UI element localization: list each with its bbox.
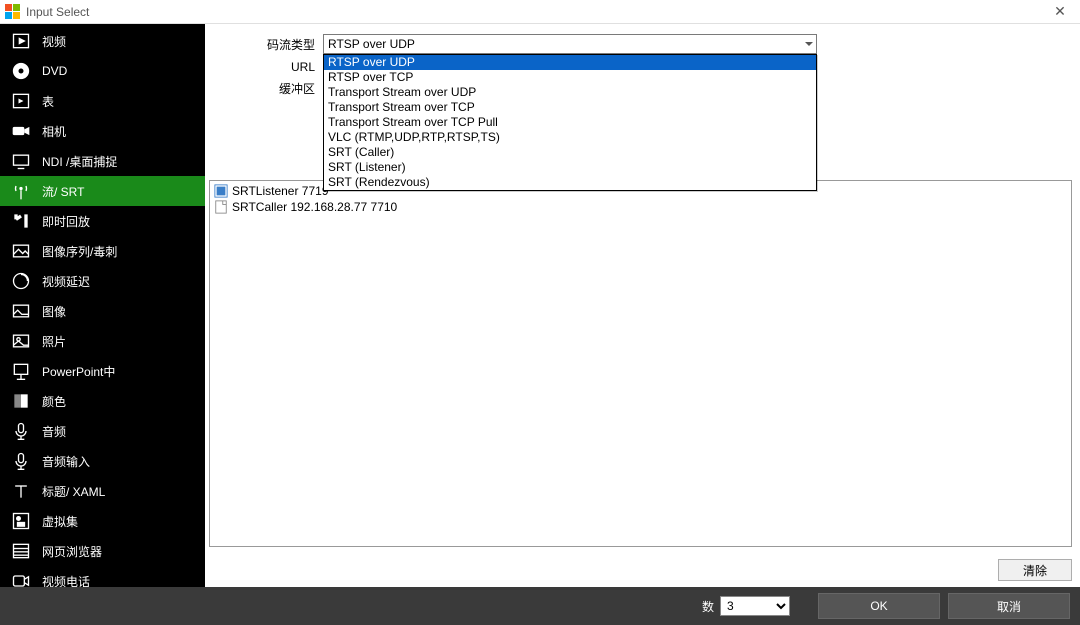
sidebar-item-micin[interactable]: 音频输入 [0, 446, 205, 476]
chevron-down-icon [805, 42, 813, 46]
sidebar-item-label: 音频 [42, 423, 66, 440]
antenna-icon [10, 180, 32, 202]
stream-type-combo[interactable]: RTSP over UDP [323, 34, 817, 54]
photo-icon [10, 330, 32, 352]
content-pane: 码流类型 RTSP over UDP RTSP over UDPRTSP ove… [205, 24, 1080, 587]
stream-type-label: 码流类型 [215, 36, 323, 53]
num-select[interactable]: 3 [720, 596, 790, 616]
list-item-label: SRTListener 7719 [232, 184, 329, 198]
sidebar-item-label: 网页浏览器 [42, 543, 102, 560]
sidebar-item-playlist[interactable]: 表 [0, 86, 205, 116]
sidebar-item-imageseq[interactable]: 图像序列/毒刺 [0, 236, 205, 266]
dropdown-option[interactable]: VLC (RTMP,UDP,RTP,RTSP,TS) [324, 130, 816, 145]
ppt-icon [10, 360, 32, 382]
title-icon [10, 480, 32, 502]
sidebar-item-virtualset[interactable]: 虚拟集 [0, 506, 205, 536]
num-label: 数 [702, 598, 714, 615]
sidebar-item-label: 即时回放 [42, 213, 90, 230]
window-title: Input Select [26, 5, 1040, 19]
sidebar-item-delay[interactable]: 视频延迟 [0, 266, 205, 296]
dropdown-option[interactable]: SRT (Caller) [324, 145, 816, 160]
sidebar: 视频 DVD 表相机 NDI /桌面捕捉流/ SRT 即时回放图像序列/毒刺视频延迟图像… [0, 24, 205, 587]
sidebar-item-antenna[interactable]: 流/ SRT [0, 176, 205, 206]
sidebar-item-disc[interactable]: DVD [0, 56, 205, 86]
image-icon [10, 300, 32, 322]
stream-icon [214, 184, 228, 198]
sidebar-item-image[interactable]: 图像 [0, 296, 205, 326]
cancel-button[interactable]: 取消 [948, 593, 1070, 619]
dropdown-option[interactable]: RTSP over TCP [324, 70, 816, 85]
delay-icon [10, 270, 32, 292]
sidebar-item-color[interactable]: 颜色 [0, 386, 205, 416]
imageseq-icon [10, 240, 32, 262]
file-icon [214, 200, 228, 214]
dropdown-option[interactable]: RTSP over UDP [324, 55, 816, 70]
ok-button[interactable]: OK [818, 593, 940, 619]
sidebar-item-label: 相机 [42, 123, 66, 140]
video-icon [10, 30, 32, 52]
sidebar-item-label: 标题/ XAML [42, 483, 105, 500]
sidebar-item-mic[interactable]: 音频 [0, 416, 205, 446]
sidebar-item-camera[interactable]: 相机 [0, 116, 205, 146]
list-item-label: SRTCaller 192.168.28.77 7710 [232, 200, 397, 214]
sidebar-item-label: PowerPoint中 [42, 363, 115, 380]
sidebar-item-label: 视频 [42, 33, 66, 50]
buffer-label: 缓冲区 [215, 80, 323, 97]
sidebar-item-monitor[interactable]: NDI /桌面捕捉 [0, 146, 205, 176]
dropdown-option[interactable]: Transport Stream over TCP Pull [324, 115, 816, 130]
micin-icon [10, 450, 32, 472]
main-area: 视频 DVD 表相机 NDI /桌面捕捉流/ SRT 即时回放图像序列/毒刺视频延迟图像… [0, 24, 1080, 587]
dropdown-option[interactable]: Transport Stream over TCP [324, 100, 816, 115]
videocall-icon [10, 570, 32, 587]
sidebar-item-label: 图像 [42, 303, 66, 320]
sidebar-item-label: 音频输入 [42, 453, 90, 470]
dropdown-option[interactable]: SRT (Rendezvous) [324, 175, 816, 190]
sidebar-item-label: NDI /桌面捕捉 [42, 153, 117, 170]
app-icon [4, 4, 20, 20]
browser-icon [10, 540, 32, 562]
camera-icon [10, 120, 32, 142]
sidebar-item-videocall[interactable]: 视频电话 [0, 566, 205, 587]
sidebar-item-label: 流/ SRT [42, 183, 84, 200]
stream-type-value: RTSP over UDP [328, 37, 415, 51]
list-area[interactable]: SRTListener 7719 SRTCaller 192.168.28.77 … [209, 180, 1072, 547]
dropdown-option[interactable]: Transport Stream over UDP [324, 85, 816, 100]
sidebar-item-label: 图像序列/毒刺 [42, 243, 117, 260]
sidebar-item-replay[interactable]: 即时回放 [0, 206, 205, 236]
sidebar-item-label: 颜色 [42, 393, 66, 410]
sidebar-item-label: 视频电话 [42, 573, 90, 588]
sidebar-item-photo[interactable]: 照片 [0, 326, 205, 356]
sidebar-item-browser[interactable]: 网页浏览器 [0, 536, 205, 566]
sidebar-item-label: 视频延迟 [42, 273, 90, 290]
close-button[interactable]: ✕ [1040, 0, 1080, 23]
sidebar-item-label: 虚拟集 [42, 513, 78, 530]
bottom-bar: 数 3 OK 取消 [0, 587, 1080, 625]
clear-button[interactable]: 清除 [998, 559, 1072, 581]
sidebar-item-title[interactable]: 标题/ XAML [0, 476, 205, 506]
stream-type-dropdown[interactable]: RTSP over UDPRTSP over TCPTransport Stre… [323, 54, 817, 191]
url-label: URL [215, 60, 323, 74]
dropdown-option[interactable]: SRT (Listener) [324, 160, 816, 175]
list-item[interactable]: SRTCaller 192.168.28.77 7710 [214, 199, 1067, 215]
replay-icon [10, 210, 32, 232]
mic-icon [10, 420, 32, 442]
sidebar-item-label: 照片 [42, 333, 66, 350]
disc-icon [10, 60, 32, 82]
color-icon [10, 390, 32, 412]
monitor-icon [10, 150, 32, 172]
sidebar-item-video[interactable]: 视频 [0, 26, 205, 56]
virtualset-icon [10, 510, 32, 532]
sidebar-item-label: 表 [42, 93, 54, 110]
playlist-icon [10, 90, 32, 112]
titlebar: Input Select ✕ [0, 0, 1080, 24]
sidebar-item-label: DVD [42, 64, 67, 78]
sidebar-item-ppt[interactable]: PowerPoint中 [0, 356, 205, 386]
